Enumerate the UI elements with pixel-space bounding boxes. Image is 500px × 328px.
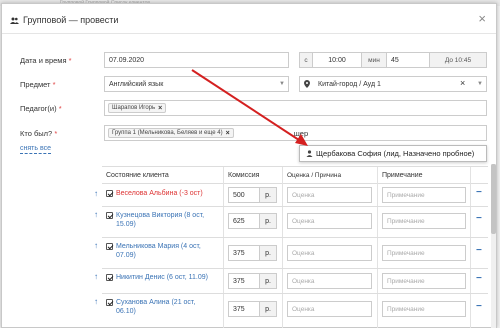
scrollbar[interactable] [491,164,496,328]
commission-input[interactable]: 625 [228,213,260,229]
client-name-link[interactable]: Мельникова Мария (4 ост, 07.09) [116,242,216,260]
column-header-note: Примечание [382,171,423,179]
score-input[interactable]: Оценка [287,187,372,203]
sort-up-icon[interactable]: ↑ [94,297,98,306]
sort-up-icon[interactable]: ↑ [94,272,98,281]
row-divider [102,237,488,238]
remove-row-icon[interactable]: − [476,187,482,198]
sort-up-icon[interactable]: ↑ [94,241,98,250]
currency-addon: р. [259,301,277,317]
note-input[interactable]: Примечание [382,187,466,203]
client-name-link[interactable]: Никитин Денис (6 ост, 11.09) [116,273,216,282]
attendance-checkbox[interactable] [106,299,113,306]
row-divider [102,293,488,294]
attendance-checkbox[interactable] [106,243,113,250]
column-header-state: Состояние клиента [106,171,169,179]
note-input[interactable]: Примечание [382,245,466,261]
currency-addon: р. [259,245,277,261]
commission-input[interactable]: 375 [228,245,260,261]
attendance-checkbox[interactable] [106,212,113,219]
row-divider [102,206,488,207]
remove-row-icon[interactable]: − [476,273,482,284]
table-row: ↑ Мельникова Мария (4 ост, 07.09) 375 р.… [2,239,496,269]
scrollbar-thumb[interactable] [491,164,496,234]
client-name-link[interactable]: Веселова Альбина (-3 ост) [116,189,216,198]
currency-addon: р. [259,187,277,203]
commission-input[interactable]: 375 [228,301,260,317]
sort-up-icon[interactable]: ↑ [94,189,98,198]
attendance-checkbox[interactable] [106,274,113,281]
row-divider [102,268,488,269]
commission-input[interactable]: 375 [228,273,260,289]
column-header-score: Оценка / Причина [287,171,342,179]
table-row: ↑ Кузнецова Виктория (8 ост, 15.09) 625 … [2,208,496,238]
column-header-commission: Комиссия [228,171,260,179]
commission-input[interactable]: 500 [228,187,260,203]
currency-addon: р. [259,213,277,229]
score-input[interactable]: Оценка [287,273,372,289]
remove-row-icon[interactable]: − [476,245,482,256]
note-input[interactable]: Примечание [382,273,466,289]
client-name-link[interactable]: Суханова Алина (21 ост, 06.10) [116,298,216,316]
note-input[interactable]: Примечание [382,301,466,317]
table-row: ↑ Суханова Алина (21 ост, 06.10) 375 р. … [2,295,496,325]
attendance-checkbox[interactable] [106,190,113,197]
score-input[interactable]: Оценка [287,301,372,317]
note-input[interactable]: Примечание [382,213,466,229]
remove-row-icon[interactable]: − [476,301,482,312]
sort-up-icon[interactable]: ↑ [94,210,98,219]
remove-row-icon[interactable]: − [476,213,482,224]
client-name-link[interactable]: Кузнецова Виктория (8 ост, 15.09) [116,211,216,229]
currency-addon: р. [259,273,277,289]
score-input[interactable]: Оценка [287,245,372,261]
conduct-lesson-modal: Групповой — провести × Дата и время * 07… [1,3,497,328]
score-input[interactable]: Оценка [287,213,372,229]
